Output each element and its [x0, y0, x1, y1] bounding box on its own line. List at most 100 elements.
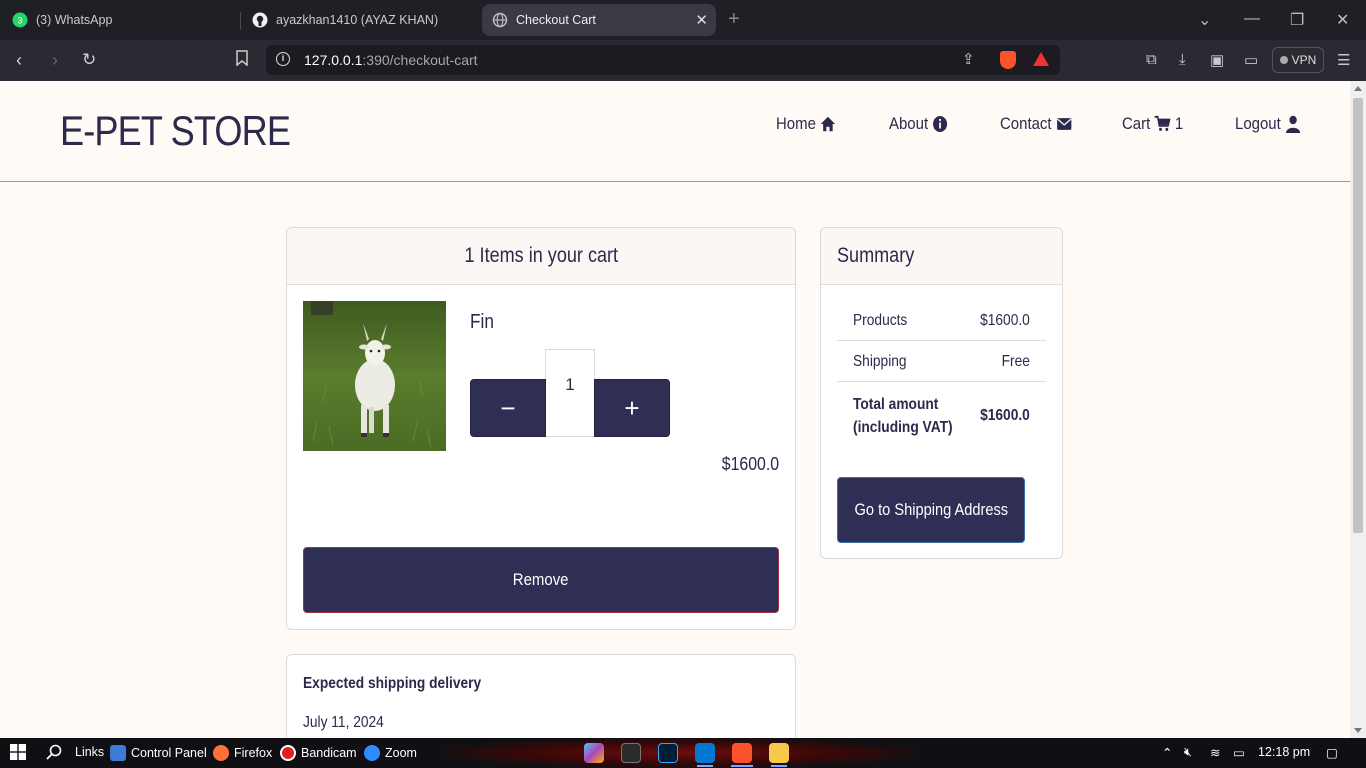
battery-icon[interactable]: ▭ [1233, 745, 1245, 760]
menu-icon[interactable]: ☰ [1337, 51, 1350, 69]
brave-shields-icon[interactable] [1000, 51, 1016, 69]
windows-taskbar: Links Control Panel Firefox Bandicam Zoo… [0, 738, 1366, 768]
delivery-title: Expected shipping delivery [303, 675, 482, 692]
shopping-cart-icon [1154, 115, 1171, 132]
copilot-icon[interactable] [584, 743, 604, 763]
vscode-icon[interactable] [695, 743, 715, 763]
taskbar-bandicam[interactable]: Bandicam [280, 745, 357, 761]
page-viewport: E-PET STORE Home About Contact Cart 1 Lo… [0, 81, 1350, 738]
url-text[interactable]: 127.0.0.1:390/checkout-cart [304, 52, 478, 68]
delivery-date: July 11, 2024 [303, 714, 384, 731]
nav-home[interactable]: Home [776, 114, 836, 134]
github-icon [252, 12, 268, 28]
site-header: E-PET STORE Home About Contact Cart 1 Lo… [0, 81, 1350, 182]
zoom-icon [364, 745, 380, 761]
go-to-shipping-button[interactable]: Go to Shipping Address [837, 477, 1025, 543]
download-icon[interactable]: ⤓ [1179, 51, 1186, 68]
file-explorer-icon[interactable] [769, 743, 789, 763]
new-tab-button[interactable]: + [728, 8, 740, 31]
notifications-icon[interactable]: ▢ [1326, 745, 1338, 760]
cart-card: 1 Items in your cart Fin 1 − + $1600.0 R… [286, 227, 796, 630]
plus-icon: + [624, 392, 640, 423]
back-icon[interactable]: ‹ [16, 50, 22, 70]
vpn-button[interactable]: VPN [1272, 47, 1324, 73]
vpn-status-icon [1279, 56, 1288, 64]
taskbar-control-panel[interactable]: Control Panel [110, 745, 207, 761]
taskbar-links[interactable]: Links [75, 745, 104, 759]
brave-active-indicator [731, 765, 753, 767]
taskbar-firefox[interactable]: Firefox [213, 745, 272, 761]
product-image [303, 301, 446, 451]
remove-button[interactable]: Remove [303, 547, 779, 613]
svg-text:3: 3 [17, 16, 22, 26]
tab-label: (3) WhatsApp [36, 13, 113, 27]
decrease-quantity-button[interactable]: − [470, 379, 546, 437]
taskbar-zoom[interactable]: Zoom [364, 745, 417, 761]
share-icon[interactable]: ⇪ [962, 50, 975, 68]
restore-icon[interactable]: ❐ [1290, 10, 1304, 30]
wallet-icon[interactable]: ▭ [1244, 51, 1258, 69]
tab-search-icon[interactable]: ⌄ [1198, 10, 1211, 30]
summary-card: Summary Products $1600.0 Shipping Free T… [820, 227, 1063, 559]
volume-muted-icon[interactable]: 🔇︎ [1184, 745, 1192, 760]
summary-heading: Summary [821, 228, 1062, 285]
close-tab-icon[interactable]: ✕ [695, 11, 708, 29]
summary-total-row: Total amount (including VAT) $1600.0 [853, 396, 1030, 436]
windows-icon [10, 744, 26, 760]
reload-icon[interactable]: ↻ [82, 50, 96, 70]
envelope-icon [1056, 118, 1072, 130]
extensions-icon[interactable]: ⧉ [1146, 51, 1157, 68]
nav-logout[interactable]: Logout [1235, 114, 1301, 134]
bandicam-icon [280, 745, 296, 761]
tab-checkout-cart[interactable]: Checkout Cart ✕ [482, 4, 716, 36]
browser-tab-strip: 3 (3) WhatsApp ayazkhan1410 (AYAZ KHAN) … [0, 0, 1366, 40]
brave-rewards-icon[interactable] [1033, 52, 1049, 66]
close-window-icon[interactable]: ✕ [1336, 10, 1349, 30]
tab-separator [240, 12, 241, 30]
scroll-down-icon[interactable] [1354, 728, 1362, 733]
cart-heading: 1 Items in your cart [287, 228, 795, 285]
site-info-icon[interactable]: i [276, 52, 290, 66]
sidebar-icon[interactable]: ▣ [1210, 51, 1224, 69]
home-icon [821, 116, 836, 132]
wifi-icon[interactable]: ≋ [1210, 745, 1220, 760]
tab-label: Checkout Cart [516, 13, 596, 27]
nav-cart[interactable]: Cart 1 [1122, 114, 1183, 134]
nav-about[interactable]: About [889, 114, 948, 134]
product-name: Fin [470, 311, 494, 333]
scroll-up-icon[interactable] [1354, 86, 1362, 91]
wallpaper-glow [440, 738, 920, 768]
increase-quantity-button[interactable]: + [594, 379, 670, 437]
address-bar[interactable]: i 127.0.0.1:390/checkout-cart ⇪ [266, 45, 1060, 75]
quantity-input[interactable]: 1 [545, 349, 595, 437]
globe-icon [492, 12, 508, 28]
search-button[interactable] [46, 744, 62, 760]
start-button[interactable] [10, 744, 26, 760]
brave-icon[interactable] [732, 743, 752, 763]
minimize-icon[interactable]: — [1244, 10, 1260, 28]
vscode-active-indicator [697, 765, 713, 767]
clock[interactable]: 12:18 pm [1258, 745, 1310, 759]
capcut-icon[interactable] [621, 743, 641, 763]
browser-toolbar: ‹ › ↻ i 127.0.0.1:390/checkout-cart ⇪ ⧉ … [0, 40, 1366, 81]
cart-count: 1 [1174, 114, 1184, 133]
bookmark-icon[interactable] [236, 50, 248, 70]
page-scrollbar[interactable] [1350, 81, 1366, 738]
delivery-card: Expected shipping delivery July 11, 2024 [286, 654, 796, 738]
forward-icon[interactable]: › [52, 50, 58, 70]
search-icon [46, 744, 62, 760]
nav-contact[interactable]: Contact [1000, 114, 1072, 134]
tray-chevron-icon[interactable]: ⌃ [1162, 745, 1172, 760]
user-icon [1286, 115, 1301, 133]
control-panel-icon [110, 745, 126, 761]
tab-github[interactable]: ayazkhan1410 (AYAZ KHAN) [252, 4, 482, 36]
info-circle-icon [933, 116, 948, 132]
explorer-active-indicator [771, 765, 787, 767]
tab-whatsapp[interactable]: 3 (3) WhatsApp [12, 4, 240, 36]
site-brand[interactable]: E-PET STORE [60, 107, 291, 155]
summary-products-row: Products $1600.0 [837, 301, 1046, 341]
summary-shipping-row: Shipping Free [837, 342, 1046, 382]
scrollbar-thumb[interactable] [1353, 98, 1363, 533]
photoshop-icon[interactable] [658, 743, 678, 763]
minus-icon: − [500, 392, 516, 423]
